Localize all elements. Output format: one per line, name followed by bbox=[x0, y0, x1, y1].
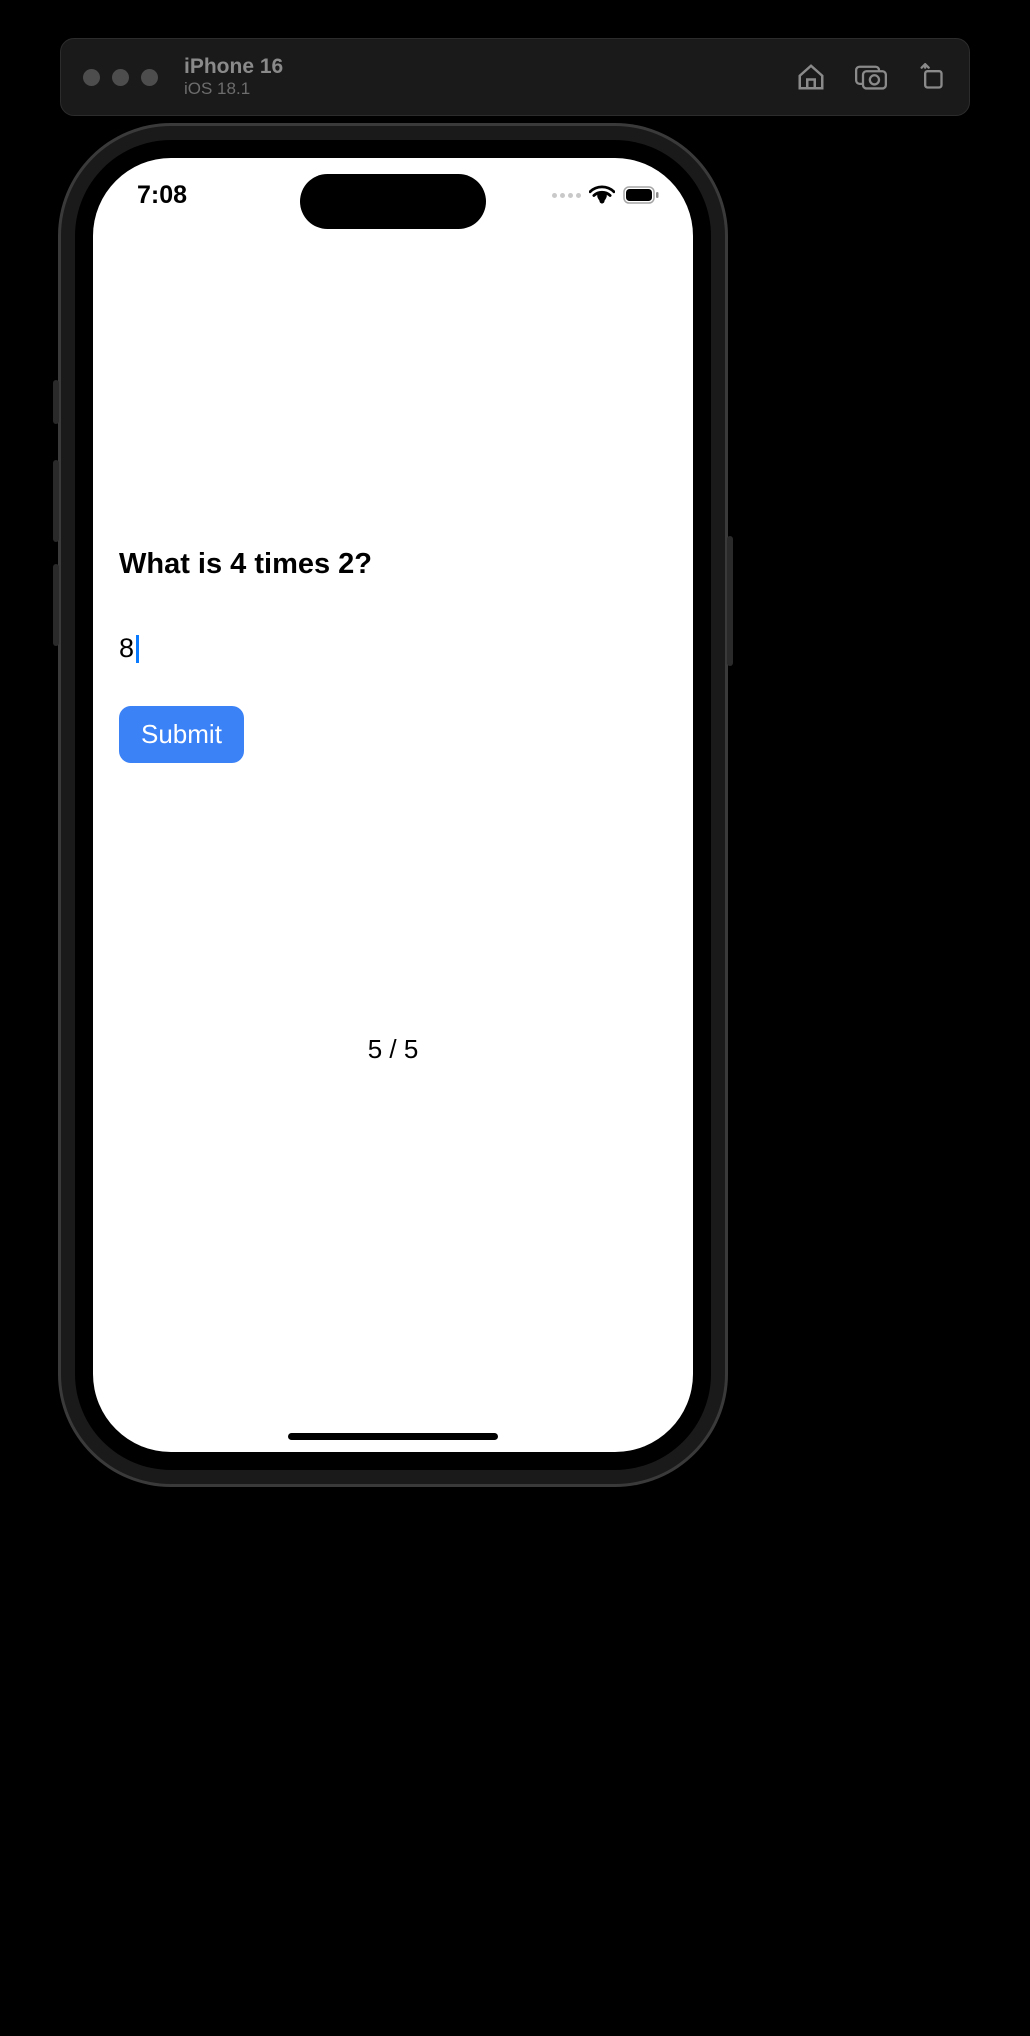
simulator-device-name: iPhone 16 bbox=[184, 55, 283, 80]
simulator-os-version: iOS 18.1 bbox=[184, 79, 283, 99]
answer-input[interactable] bbox=[119, 633, 667, 664]
device-screen: 7:08 What is 4 times 2? bbox=[93, 158, 693, 1452]
quiz-progress: 5 / 5 bbox=[93, 1034, 693, 1065]
text-caret bbox=[136, 635, 139, 663]
app-content: What is 4 times 2? Submit 5 / 5 bbox=[93, 218, 693, 1452]
answer-field-wrap[interactable] bbox=[119, 633, 667, 664]
simulator-toolbar: iPhone 16 iOS 18.1 bbox=[60, 38, 970, 116]
submit-button[interactable]: Submit bbox=[119, 706, 244, 763]
side-button-silent bbox=[53, 380, 59, 424]
home-indicator[interactable] bbox=[288, 1433, 498, 1440]
screenshot-icon[interactable] bbox=[855, 61, 887, 93]
simulator-device-info: iPhone 16 iOS 18.1 bbox=[184, 55, 283, 100]
iphone-device-frame: 7:08 What is 4 times 2? bbox=[75, 140, 711, 1470]
side-button-volume-down bbox=[53, 564, 59, 646]
side-button-volume-up bbox=[53, 460, 59, 542]
window-minimize-dot[interactable] bbox=[112, 69, 129, 86]
window-zoom-dot[interactable] bbox=[141, 69, 158, 86]
dynamic-island bbox=[300, 174, 486, 229]
window-traffic-lights[interactable] bbox=[83, 69, 158, 86]
rotate-icon[interactable] bbox=[915, 61, 947, 93]
window-close-dot[interactable] bbox=[83, 69, 100, 86]
home-icon[interactable] bbox=[795, 61, 827, 93]
quiz-question: What is 4 times 2? bbox=[119, 548, 667, 581]
side-button-power bbox=[727, 536, 733, 666]
